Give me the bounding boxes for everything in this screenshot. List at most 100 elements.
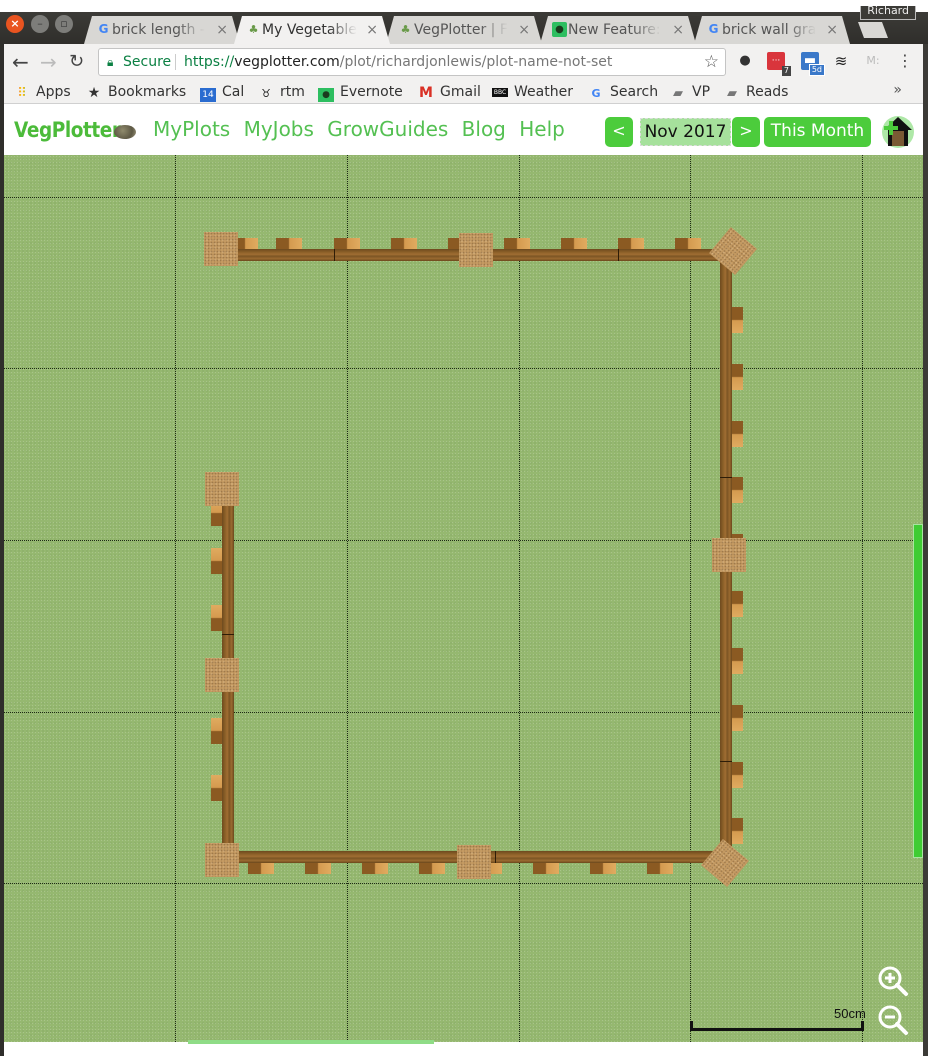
this-month-button[interactable]: This Month [764,117,871,147]
address-bar[interactable]: 🔒︎ Secure https://vegplotter.com/plot/ri… [98,48,726,76]
brick[interactable] [731,477,743,503]
brick[interactable] [731,364,743,390]
nav-myplots[interactable]: MyPlots [153,117,230,141]
brick[interactable] [362,862,388,874]
brick[interactable] [731,648,743,674]
vegplotter-logo[interactable]: VegPlotter [14,118,121,142]
close-tab-icon[interactable]: × [826,16,838,44]
brick[interactable] [731,705,743,731]
bookmark-rtm[interactable]: ♉ rtm [258,82,305,102]
brick[interactable] [590,862,616,874]
bookmark-weather[interactable]: BBC Weather [492,82,573,102]
evernote-extension-icon[interactable]: ● [736,52,754,70]
fence-post[interactable] [712,538,746,572]
window-border-right [923,44,928,1056]
calendar-extension-icon[interactable]: ▬ 5d [801,52,825,76]
grid-line [347,155,348,1042]
bookmark-folder-reads[interactable]: ▰ Reads [724,82,788,102]
rail-joint [720,477,732,478]
close-tab-icon[interactable]: × [216,16,228,44]
add-home-icon[interactable] [881,113,915,149]
rail-joint [334,249,335,261]
brick[interactable] [305,862,331,874]
profile-button[interactable]: Richard [860,6,916,20]
next-month-button[interactable]: > [732,117,760,147]
zoom-in-icon[interactable] [877,965,909,997]
bookmarks-overflow-button[interactable]: » [893,82,902,98]
fence-post[interactable] [709,227,757,275]
brick[interactable] [731,307,743,333]
bookmark-label: rtm [280,84,305,100]
brick[interactable] [419,862,445,874]
bookmark-evernote[interactable]: ● Evernote [318,82,403,102]
nav-help[interactable]: Help [519,117,565,141]
fence-post[interactable] [205,843,239,877]
window-maximize-button[interactable]: ▫ [55,15,73,33]
brick[interactable] [731,818,743,844]
mercury-extension-icon[interactable]: M: [864,52,882,70]
window-minimize-button[interactable]: – [31,15,49,33]
horizontal-scrollbar[interactable] [188,1040,434,1044]
rail-joint [720,761,732,762]
folder-icon: ▰ [673,86,683,101]
zoom-out-icon[interactable] [877,1004,909,1036]
grid-line [4,712,923,713]
chrome-menu-icon[interactable]: ⋮ [896,52,914,70]
bookmark-label: Reads [746,84,789,100]
evernote-icon: ● [318,88,334,102]
fence-post[interactable] [457,845,491,879]
reload-icon[interactable]: ↻ [69,51,84,72]
forward-arrow-icon[interactable]: → [40,50,57,74]
brick[interactable] [731,591,743,617]
fence-post[interactable] [204,232,238,266]
nav-myjobs[interactable]: MyJobs [244,117,314,141]
back-arrow-icon[interactable]: ← [12,50,29,74]
bookmark-folder-vp[interactable]: ▰ VP [670,82,710,102]
url-text[interactable]: https://vegplotter.com/plot/richardjonle… [184,49,612,75]
window-border-left [0,44,4,1056]
brick[interactable] [248,862,274,874]
current-month-display[interactable]: Nov 2017 [640,118,731,146]
browser-tab[interactable]: G brick length - × [84,16,240,44]
bookmark-star-icon[interactable]: ☆ [704,49,719,75]
bookmark-apps[interactable]: ⠿ Apps [14,82,70,102]
vertical-scrollbar[interactable] [913,524,923,858]
fence-post[interactable] [459,233,493,267]
brick[interactable] [731,421,743,447]
bookmark-label: Weather [514,84,573,100]
buffer-extension-icon[interactable]: ≋ [832,52,850,70]
browser-tab-active[interactable]: ♣ My Vegetable × [234,16,390,44]
bookmark-bookmarks[interactable]: ★ Bookmarks [86,82,187,102]
plot-canvas[interactable] [4,155,923,1042]
divider [175,54,176,70]
close-tab-icon[interactable]: × [672,16,684,44]
vegplotter-icon: ♣ [248,23,259,36]
google-icon: G [591,87,601,100]
new-tab-button[interactable] [858,22,888,38]
bookmark-search[interactable]: G Search [588,82,658,102]
brick[interactable] [533,862,559,874]
bookmark-cal[interactable]: 14 Cal [200,82,244,102]
prev-month-button[interactable]: < [605,117,633,147]
browser-tab[interactable]: ● New Feature: × [540,16,696,44]
brick[interactable] [731,762,743,788]
browser-tab[interactable]: G brick wall gra × [694,16,850,44]
tab-title: brick length - [112,22,205,38]
fence-post[interactable] [205,658,239,692]
todo-extension-icon[interactable]: ··· 7 [767,52,791,76]
window-close-button[interactable]: × [6,15,24,33]
url-host: vegplotter.com [234,54,340,70]
fence-post[interactable] [701,839,749,887]
nav-blog[interactable]: Blog [462,117,506,141]
close-tab-icon[interactable]: × [518,16,530,44]
nav-growguides[interactable]: GrowGuides [327,117,448,141]
tab-title: brick wall gra [722,22,817,38]
calendar-icon: 14 [200,88,216,102]
close-tab-icon[interactable]: × [366,16,378,44]
fence-post[interactable] [205,472,239,506]
bookmark-gmail[interactable]: M Gmail [418,82,481,102]
grid-line [4,197,923,198]
secure-label: Secure [123,54,172,70]
browser-tab[interactable]: ♣ VegPlotter | F × [386,16,542,44]
brick[interactable] [647,862,673,874]
